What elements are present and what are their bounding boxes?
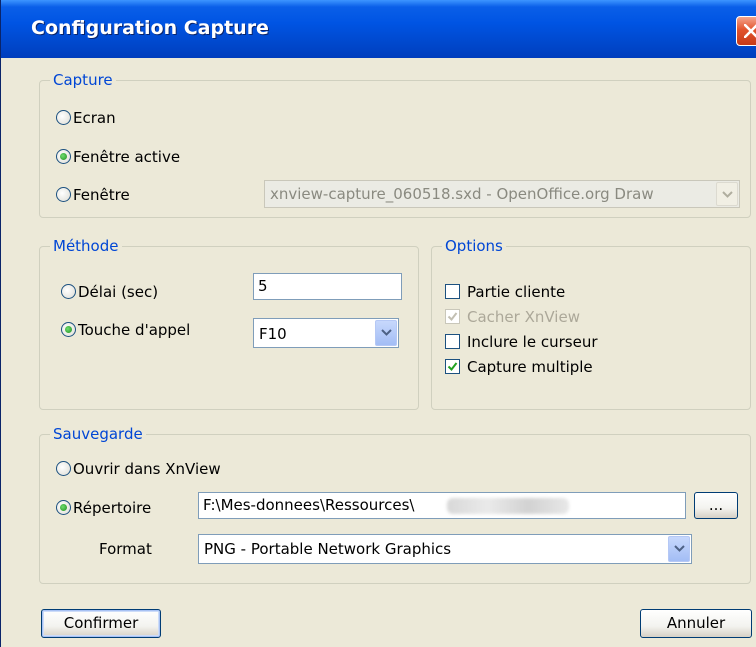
radio-ecran[interactable] (56, 110, 71, 125)
label-capture-multiple[interactable]: Capture multiple (467, 358, 593, 376)
format-select-value: PNG - Portable Network Graphics (204, 540, 452, 558)
window-select-value: xnview-capture_060518.sxd - OpenOffice.o… (270, 185, 654, 203)
checkbox-capture-multiple[interactable] (445, 359, 460, 374)
confirm-button[interactable]: Confirmer (41, 609, 161, 638)
checkmark-icon (447, 312, 458, 322)
label-fenetre[interactable]: Fenêtre (73, 186, 130, 204)
radio-fenetre-active[interactable] (56, 149, 71, 164)
hotkey-select-arrow[interactable] (375, 320, 397, 346)
label-delai[interactable]: Délai (sec) (78, 283, 158, 301)
close-icon (744, 24, 756, 38)
radio-delai[interactable] (61, 284, 76, 299)
options-group: Options (431, 236, 751, 410)
format-select-arrow[interactable] (668, 536, 690, 562)
chevron-down-icon (722, 191, 733, 198)
chevron-down-icon (674, 545, 685, 552)
label-cacher-xnview[interactable]: Cacher XnView (467, 308, 580, 326)
checkmark-icon (447, 362, 458, 372)
directory-input[interactable]: F:\Mes-donnees\Ressources\ (198, 492, 686, 519)
options-group-title: Options (442, 236, 506, 256)
label-ecran[interactable]: Ecran (73, 109, 116, 127)
label-inclure-curseur[interactable]: Inclure le curseur (467, 333, 598, 351)
format-select[interactable]: PNG - Portable Network Graphics (198, 534, 692, 564)
chevron-down-icon (381, 329, 392, 336)
checkbox-cacher-xnview[interactable] (445, 309, 460, 324)
window-select[interactable]: xnview-capture_060518.sxd - OpenOffice.o… (264, 180, 740, 208)
window-title: Configuration Capture (31, 17, 269, 39)
close-button[interactable] (736, 16, 756, 46)
label-format: Format (99, 540, 152, 558)
label-fenetre-active[interactable]: Fenêtre active (73, 148, 180, 166)
browse-button[interactable]: ... (694, 492, 738, 519)
label-repertoire[interactable]: Répertoire (73, 499, 151, 517)
capture-group-title: Capture (50, 70, 116, 90)
sauvegarde-group-title: Sauvegarde (50, 424, 146, 444)
radio-touche-appel[interactable] (61, 322, 76, 337)
delay-input[interactable]: 5 (253, 273, 402, 300)
radio-ouvrir-xnview[interactable] (56, 461, 71, 476)
label-touche-appel[interactable]: Touche d'appel (78, 321, 190, 339)
methode-group-title: Méthode (50, 236, 122, 256)
window-select-arrow[interactable] (716, 182, 738, 206)
hotkey-select-value: F10 (259, 325, 287, 343)
label-ouvrir-xnview[interactable]: Ouvrir dans XnView (73, 460, 221, 478)
radio-fenetre[interactable] (56, 187, 71, 202)
checkbox-inclure-curseur[interactable] (445, 334, 460, 349)
radio-repertoire[interactable] (56, 500, 71, 515)
hotkey-select[interactable]: F10 (253, 318, 399, 348)
title-bar[interactable]: Configuration Capture (1, 0, 756, 58)
directory-input-value: F:\Mes-donnees\Ressources\ (203, 496, 415, 514)
checkbox-partie-cliente[interactable] (445, 284, 460, 299)
dialog-window: Configuration Capture Capture Ecran Fenê… (0, 0, 756, 647)
label-partie-cliente[interactable]: Partie cliente (467, 283, 565, 301)
cancel-button[interactable]: Annuler (640, 609, 752, 638)
redacted-path (447, 498, 569, 514)
